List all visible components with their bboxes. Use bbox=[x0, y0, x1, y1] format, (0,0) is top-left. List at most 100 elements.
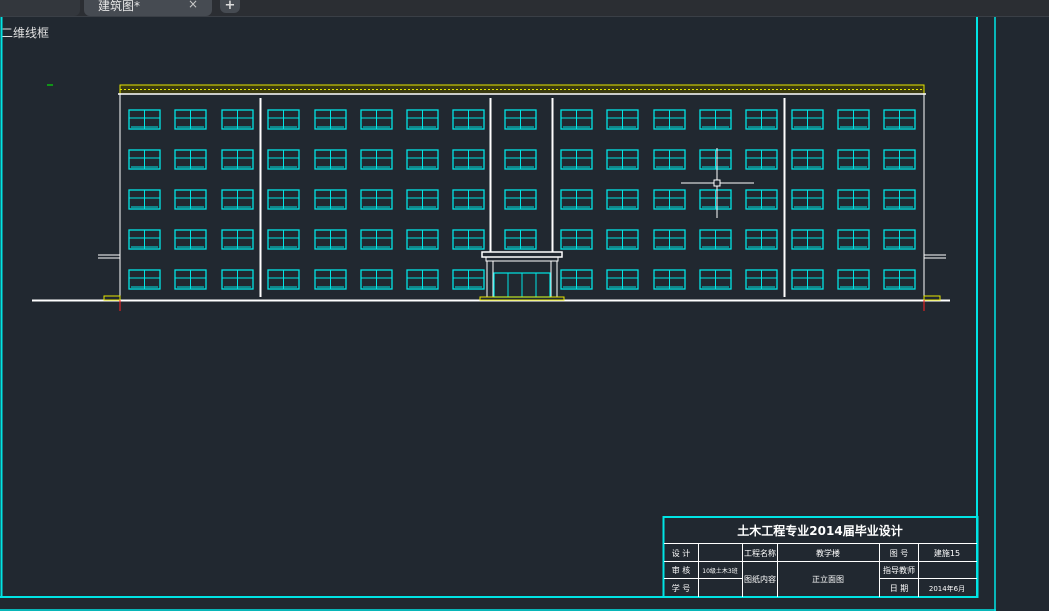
portico-column bbox=[486, 260, 494, 298]
window bbox=[406, 149, 439, 170]
window bbox=[560, 109, 593, 130]
portico-column bbox=[550, 260, 558, 298]
window bbox=[174, 229, 207, 250]
drawing-viewport[interactable]: 二维线框 土木工程专业2014届毕业设计 设 计 工程名称 教学楼 图 号 建施… bbox=[0, 17, 1049, 611]
window bbox=[745, 229, 778, 250]
window bbox=[267, 229, 300, 250]
window bbox=[883, 189, 916, 210]
window bbox=[606, 229, 639, 250]
window bbox=[653, 269, 686, 290]
window bbox=[653, 229, 686, 250]
tb-class: 10级土木3班 bbox=[702, 567, 737, 575]
window bbox=[221, 189, 254, 210]
window bbox=[837, 189, 870, 210]
window bbox=[128, 229, 161, 250]
window bbox=[883, 229, 916, 250]
window bbox=[837, 109, 870, 130]
window bbox=[452, 189, 485, 210]
window bbox=[360, 109, 393, 130]
window bbox=[745, 149, 778, 170]
add-tab-button[interactable]: + bbox=[220, 0, 240, 13]
window bbox=[699, 109, 732, 130]
window bbox=[128, 109, 161, 130]
window bbox=[452, 269, 485, 290]
window bbox=[699, 229, 732, 250]
window bbox=[606, 269, 639, 290]
window bbox=[174, 269, 207, 290]
window bbox=[406, 109, 439, 130]
window bbox=[314, 189, 347, 210]
drawing-canvas: 土木工程专业2014届毕业设计 设 计 工程名称 教学楼 图 号 建施15 审 … bbox=[0, 17, 996, 611]
window bbox=[267, 109, 300, 130]
window bbox=[314, 149, 347, 170]
window bbox=[504, 229, 537, 250]
window bbox=[267, 269, 300, 290]
tb-drawing-no-label: 图 号 bbox=[890, 549, 909, 558]
window bbox=[560, 149, 593, 170]
tab-previous[interactable] bbox=[0, 0, 80, 16]
window bbox=[452, 149, 485, 170]
window bbox=[745, 109, 778, 130]
title-block: 土木工程专业2014届毕业设计 设 计 工程名称 教学楼 图 号 建施15 审 … bbox=[662, 516, 979, 598]
window bbox=[699, 269, 732, 290]
tb-instructor-label: 指导教师 bbox=[883, 565, 915, 575]
window bbox=[504, 109, 537, 130]
tb-drawing-no: 建施15 bbox=[934, 548, 960, 558]
entrance-steps bbox=[479, 296, 565, 301]
window bbox=[791, 109, 824, 130]
window bbox=[174, 149, 207, 170]
title-block-heading: 土木工程专业2014届毕业设计 bbox=[737, 523, 902, 538]
window bbox=[360, 229, 393, 250]
window bbox=[653, 149, 686, 170]
window bbox=[221, 149, 254, 170]
close-icon[interactable]: × bbox=[188, 0, 198, 11]
window bbox=[745, 269, 778, 290]
window bbox=[360, 269, 393, 290]
portico-canopy bbox=[481, 251, 563, 258]
window bbox=[837, 149, 870, 170]
window bbox=[791, 269, 824, 290]
window bbox=[360, 149, 393, 170]
window bbox=[653, 189, 686, 210]
window bbox=[791, 189, 824, 210]
window bbox=[406, 189, 439, 210]
side-steps bbox=[103, 295, 121, 301]
window bbox=[406, 269, 439, 290]
tb-review: 审 核 bbox=[672, 565, 691, 575]
window bbox=[174, 109, 207, 130]
window bbox=[653, 109, 686, 130]
window bbox=[128, 149, 161, 170]
window bbox=[837, 269, 870, 290]
window bbox=[883, 109, 916, 130]
window bbox=[314, 269, 347, 290]
tb-date-label: 日 期 bbox=[890, 584, 909, 593]
window bbox=[883, 269, 916, 290]
tab-bar: 建筑图* × + bbox=[0, 0, 1049, 17]
side-steps bbox=[923, 295, 941, 301]
tb-date: 2014年6月 bbox=[929, 584, 965, 593]
entrance-portico bbox=[479, 251, 565, 301]
tb-student-no: 学 号 bbox=[672, 583, 691, 593]
window-grid bbox=[128, 109, 916, 290]
window bbox=[560, 189, 593, 210]
window bbox=[883, 149, 916, 170]
window bbox=[560, 269, 593, 290]
window bbox=[699, 149, 732, 170]
window bbox=[267, 189, 300, 210]
window bbox=[221, 109, 254, 130]
tb-content-label: 图纸内容 bbox=[744, 574, 776, 584]
window bbox=[699, 189, 732, 210]
tb-content: 正立面图 bbox=[812, 574, 844, 584]
window bbox=[606, 189, 639, 210]
tab-drawing[interactable]: 建筑图* × bbox=[84, 0, 212, 16]
window bbox=[221, 229, 254, 250]
window bbox=[360, 189, 393, 210]
window bbox=[128, 189, 161, 210]
crosshair-cursor bbox=[681, 148, 754, 218]
window bbox=[452, 229, 485, 250]
tb-design: 设 计 bbox=[672, 548, 691, 558]
window bbox=[128, 269, 161, 290]
window bbox=[221, 269, 254, 290]
window bbox=[406, 229, 439, 250]
window bbox=[837, 229, 870, 250]
